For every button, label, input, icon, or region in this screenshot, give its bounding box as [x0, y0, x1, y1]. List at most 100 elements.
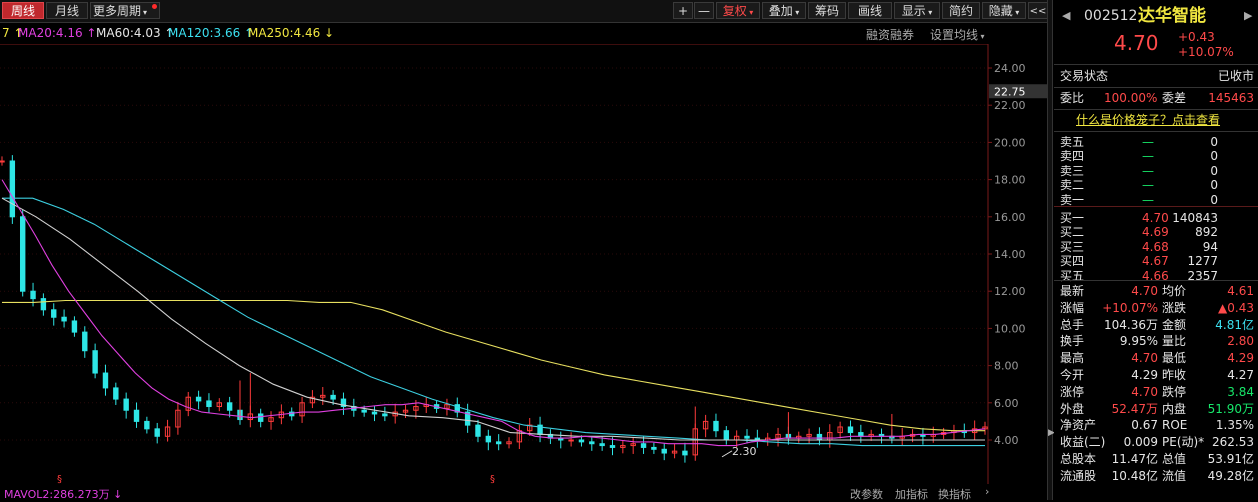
- kline-chart[interactable]: 4.00 6.00 8.00 10.00 12.00 14.00 16.00 18.00 20.…: [0, 44, 1047, 484]
- trade-status-value: 已收市: [1217, 69, 1254, 83]
- ma-legend-item-ma120: MA120:3.66 ↑: [168, 26, 255, 40]
- stat-label: 流通股: [1060, 468, 1097, 483]
- stat-value: 0.009: [1123, 435, 1158, 450]
- stat-value: 53.91亿: [1207, 452, 1254, 466]
- y-tick-label: 22.00: [994, 99, 1026, 112]
- stat-value: 49.28亿: [1207, 468, 1254, 483]
- notification-dot-icon: [152, 4, 157, 9]
- ma60-line: [1, 197, 985, 441]
- ask-row[interactable]: 卖二 — 0: [1054, 178, 1258, 192]
- stat-label: 涨停: [1060, 384, 1085, 399]
- candle: [485, 435, 492, 443]
- order-level-label: 买三: [1060, 239, 1085, 254]
- prev-stock-icon[interactable]: ◀: [1062, 6, 1070, 26]
- ma-legend-item-ma60: MA60:4.03 ↑: [96, 26, 175, 40]
- tab-more-periods[interactable]: 更多周期 ▾: [90, 2, 160, 19]
- stat-label: 净资产: [1060, 418, 1097, 433]
- display-button[interactable]: 显示 ▾: [894, 2, 940, 19]
- candle: [123, 398, 129, 411]
- stat-label: 涨跌: [1162, 300, 1187, 315]
- simple-button[interactable]: 简约: [942, 2, 980, 19]
- candle: [682, 450, 688, 456]
- chevron-down-icon: ▾: [792, 8, 800, 17]
- chevron-right-icon[interactable]: ›: [985, 485, 989, 498]
- order-level-label: 卖二: [1060, 178, 1085, 193]
- stat-label: 总手: [1060, 317, 1085, 332]
- collapse-panel-button[interactable]: <<: [1028, 2, 1048, 19]
- price-change-pct: +10.07%: [1178, 45, 1234, 59]
- candle: [226, 402, 233, 411]
- adjust-button[interactable]: 复权 ▾: [716, 2, 760, 19]
- candle: [651, 446, 657, 450]
- order-level-price: 4.67: [1142, 254, 1169, 269]
- y-tick-label: 14.00: [994, 248, 1026, 261]
- candle: [816, 433, 823, 441]
- weicha-label: 委差: [1162, 91, 1187, 105]
- zoom-out-button[interactable]: —: [694, 2, 714, 19]
- order-level-label: 买一: [1060, 211, 1085, 225]
- volume-legend-bar: MAVOL2:286.273万 ↓ 改参数 加指标 换指标 ›: [0, 484, 1047, 501]
- stat-label: 流值: [1162, 468, 1187, 483]
- candle: [19, 216, 26, 292]
- order-level-volume: 1277: [1187, 254, 1218, 269]
- stat-label: 最新: [1060, 284, 1085, 298]
- price-change: +0.43: [1178, 30, 1215, 44]
- stat-value: 4.81亿: [1215, 317, 1254, 332]
- tab-weekly[interactable]: 周线: [2, 2, 44, 19]
- candle: [133, 409, 140, 422]
- order-level-price: —: [1142, 192, 1154, 207]
- chevron-down-icon: ▾: [1012, 8, 1020, 17]
- more-periods-label: 更多周期: [92, 4, 141, 18]
- stat-value: 2.80: [1227, 334, 1254, 349]
- candle: [382, 413, 388, 417]
- ma-settings-link[interactable]: 设置均线 ▾: [930, 26, 985, 43]
- ma-legend: 7 ↑ MA20:4.16 ↑ MA60:4.03 ↑ MA120:3.66 ↑…: [0, 23, 1053, 43]
- margin-trading-link[interactable]: 融资融券: [866, 26, 914, 43]
- tab-monthly[interactable]: 月线: [46, 2, 88, 19]
- overlay-button[interactable]: 叠加 ▾: [762, 2, 806, 19]
- candle: [154, 428, 160, 437]
- ma-legend-item-ma250: MA250:4.46 ↓: [248, 26, 335, 40]
- draw-line-button[interactable]: 画线: [848, 2, 892, 19]
- candle: [568, 439, 574, 442]
- ask-row[interactable]: 卖一 — 0: [1054, 193, 1258, 207]
- bid-row[interactable]: 买四 4.67 1277: [1054, 254, 1258, 268]
- order-level-price: 4.69: [1142, 225, 1169, 240]
- order-level-label: 卖三: [1060, 163, 1085, 178]
- candle: [40, 298, 47, 311]
- order-level-volume: 94: [1202, 239, 1218, 254]
- stat-value: 51.90万: [1207, 401, 1254, 416]
- zoom-in-button[interactable]: +: [673, 2, 693, 19]
- stat-row: 总股本 11.47亿 总值 53.91亿: [1054, 452, 1258, 467]
- next-stock-icon[interactable]: ▶: [1244, 6, 1252, 26]
- candle: [257, 413, 264, 422]
- order-level-label: 卖一: [1060, 192, 1085, 207]
- bid-row[interactable]: 买一 4.70 140843: [1054, 211, 1258, 225]
- bid-row[interactable]: 买二 4.69 892: [1054, 225, 1258, 239]
- order-level-label: 买四: [1060, 254, 1085, 269]
- candle: [609, 445, 616, 448]
- ma-legend-item-ma20: MA20:4.16 ↑: [18, 26, 97, 40]
- price-cage-link[interactable]: 什么是价格笼子？点击查看: [1054, 113, 1258, 128]
- candle: [723, 430, 730, 441]
- y-tick-label: 10.00: [994, 322, 1026, 335]
- chips-button[interactable]: 筹码: [808, 2, 846, 19]
- order-level-price: 4.70: [1142, 211, 1169, 225]
- ask-row[interactable]: 卖四 — 0: [1054, 149, 1258, 163]
- display-label: 显示: [901, 4, 926, 18]
- candle: [330, 394, 336, 400]
- panel-divider[interactable]: ▶: [1047, 0, 1055, 500]
- stat-row: 总手 104.36万 金额 4.81亿: [1054, 318, 1258, 333]
- low-annotation-line: [721, 450, 733, 458]
- order-level-label: 卖五: [1060, 135, 1085, 149]
- ask-row[interactable]: 卖三 — 0: [1054, 164, 1258, 178]
- stat-label: 均价: [1162, 284, 1187, 298]
- bid-row[interactable]: 买三 4.68 94: [1054, 240, 1258, 254]
- ma20-line: [1, 179, 986, 447]
- candle: [589, 441, 595, 445]
- chevron-down-icon: ▾: [925, 8, 933, 17]
- stat-value: 4.70: [1131, 384, 1158, 399]
- order-level-volume: 0: [1210, 163, 1218, 178]
- hide-button[interactable]: 隐藏 ▾: [982, 2, 1026, 19]
- ask-row[interactable]: 卖五 — 0: [1054, 135, 1258, 149]
